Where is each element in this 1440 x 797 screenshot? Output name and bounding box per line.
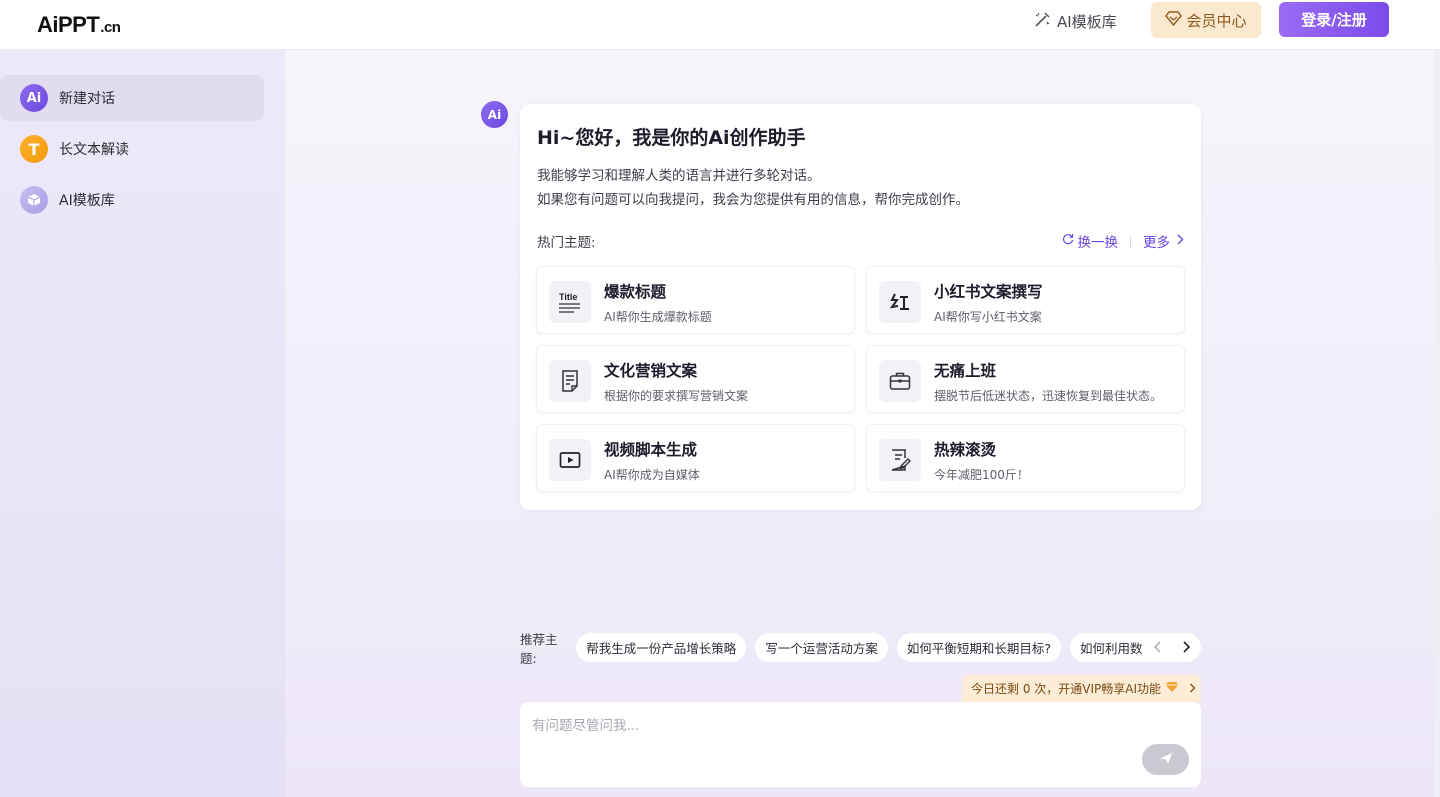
login-register-button[interactable]: 登录/注册 <box>1279 2 1389 37</box>
ai-chat-icon: Ai <box>20 84 48 112</box>
magic-wand-icon <box>1034 11 1051 32</box>
topic-title: 无痛上班 <box>934 362 997 380</box>
logo-main: AiPPT <box>37 12 100 37</box>
welcome-card: Hi~您好，我是你的Ai创作助手 我能够学习和理解人类的语言并进行多轮对话。 如… <box>520 104 1201 510</box>
topic-subtitle: AI帮你生成爆款标题 <box>604 310 712 324</box>
send-button[interactable] <box>1142 744 1189 775</box>
recommend-label: 推荐主题: <box>520 631 558 666</box>
refresh-topics-button[interactable]: 换一换 <box>1078 231 1119 251</box>
sidebar: Ai 新建对话 T 长文本解读 AI模板库 <box>0 50 285 797</box>
sidebar-item-long-text[interactable]: T 长文本解读 <box>0 126 264 172</box>
topic-title: 爆款标题 <box>604 283 667 301</box>
welcome-desc-line1: 我能够学习和理解人类的语言并进行多轮对话。 <box>537 168 821 184</box>
hot-topics-label: 热门主题: <box>537 235 596 251</box>
send-icon <box>1159 750 1173 769</box>
recommend-chip[interactable]: 写一个运营活动方案 <box>755 633 888 662</box>
svg-text:Title: Title <box>559 292 577 302</box>
recommend-chip[interactable]: 帮我生成一份产品增长策略 <box>576 633 747 662</box>
topic-card[interactable]: 视频脚本生成 AI帮你成为自媒体 <box>536 424 855 492</box>
divider <box>1130 234 1131 248</box>
title-doc-icon: Title <box>549 281 591 323</box>
hot-topics-actions: 换一换 更多 <box>1062 231 1185 251</box>
more-topics-button[interactable]: 更多 <box>1143 231 1170 251</box>
chevron-right-icon <box>1189 682 1196 696</box>
assistant-avatar: Ai <box>481 101 508 128</box>
chat-input-box <box>520 702 1201 787</box>
topic-title: 热辣滚烫 <box>934 441 997 459</box>
briefcase-icon <box>879 360 921 402</box>
topic-subtitle: 摆脱节后低迷状态，迅速恢复到最佳状态。 <box>934 389 1163 403</box>
scrollbar[interactable] <box>1434 50 1440 797</box>
top-header: AiPPT .cn AI模板库 会员中心 登录/注册 <box>0 0 1440 50</box>
sidebar-item-templates[interactable]: AI模板库 <box>0 177 264 223</box>
topic-card[interactable]: 小红书文案撰写 AI帮你写小红书文案 <box>866 266 1185 334</box>
chevron-right-icon[interactable] <box>1182 639 1191 657</box>
topic-title: 小红书文案撰写 <box>934 283 1043 301</box>
recommend-row: 推荐主题: 帮我生成一份产品增长策略 写一个运营活动方案 如何平衡短期和长期目标… <box>520 632 1201 666</box>
sidebar-item-label: AI模板库 <box>59 193 115 209</box>
chevron-right-icon <box>1176 233 1184 249</box>
app-logo[interactable]: AiPPT .cn <box>37 12 121 38</box>
chat-input[interactable] <box>532 714 1132 754</box>
welcome-desc-line2: 如果您有问题可以向我提问，我会为您提供有用的信息，帮你完成创作。 <box>537 192 969 208</box>
red-char-icon <box>879 281 921 323</box>
recommend-nav <box>1143 633 1201 662</box>
chevron-left-icon[interactable] <box>1153 639 1162 657</box>
topic-subtitle: AI帮你成为自媒体 <box>604 468 700 482</box>
long-text-icon: T <box>20 135 48 163</box>
header-templates-label: AI模板库 <box>1057 12 1117 31</box>
welcome-description: 我能够学习和理解人类的语言并进行多轮对话。 如果您有问题可以向我提问，我会为您提… <box>537 164 969 212</box>
edit-note-icon <box>879 439 921 481</box>
document-icon <box>549 360 591 402</box>
sidebar-item-new-chat[interactable]: Ai 新建对话 <box>0 75 264 121</box>
refresh-icon <box>1062 233 1074 249</box>
topic-subtitle: 今年减肥100斤！ <box>934 468 1029 482</box>
topic-card[interactable]: 热辣滚烫 今年减肥100斤！ <box>866 424 1185 492</box>
recommend-chip[interactable]: 如何平衡短期和长期目标? <box>896 633 1061 662</box>
sidebar-item-label: 长文本解读 <box>59 142 129 158</box>
sidebar-item-label: 新建对话 <box>59 91 115 107</box>
vip-center-button[interactable]: 会员中心 <box>1151 2 1261 38</box>
topic-title: 文化营销文案 <box>604 362 698 380</box>
vip-quota-text: 今日还剩 0 次，开通VIP畅享AI功能 <box>971 682 1161 696</box>
logo-suffix: .cn <box>100 19 121 36</box>
topic-subtitle: 根据你的要求撰写营销文案 <box>604 389 749 403</box>
diamond-icon <box>1165 10 1183 30</box>
topic-card[interactable]: 文化营销文案 根据你的要求撰写营销文案 <box>536 345 855 413</box>
vip-center-label: 会员中心 <box>1186 11 1247 30</box>
topic-title: 视频脚本生成 <box>604 441 698 459</box>
vip-quota-tip[interactable]: 今日还剩 0 次，开通VIP畅享AI功能 <box>962 675 1201 702</box>
gem-icon <box>1165 681 1179 696</box>
header-templates-link[interactable]: AI模板库 <box>1034 10 1117 32</box>
template-box-icon <box>20 186 48 214</box>
topic-subtitle: AI帮你写小红书文案 <box>934 310 1042 324</box>
topic-card[interactable]: 无痛上班 摆脱节后低迷状态，迅速恢复到最佳状态。 <box>866 345 1185 413</box>
video-play-icon <box>549 439 591 481</box>
topic-card[interactable]: Title 爆款标题 AI帮你生成爆款标题 <box>536 266 855 334</box>
welcome-title: Hi~您好，我是你的Ai创作助手 <box>537 127 806 149</box>
